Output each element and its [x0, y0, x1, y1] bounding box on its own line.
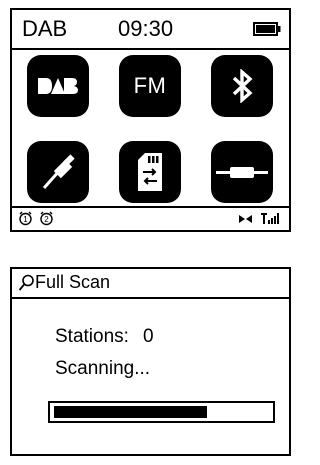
current-mode: DAB: [22, 16, 68, 41]
usb-cable-icon: [42, 154, 75, 189]
battery-icon: [253, 22, 281, 36]
alarm-1-icon: 1: [19, 211, 32, 226]
status-bar: DAB 09:30: [12, 10, 289, 50]
alarm-2-icon: 2: [40, 211, 53, 226]
stations-count: 0: [142, 326, 154, 347]
full-scan-screen: Full Scan Stations: 0 Scanning...: [10, 267, 291, 456]
scan-title: Full Scan: [35, 272, 111, 292]
clock: 09:30: [118, 16, 174, 41]
bluetooth-icon: [232, 69, 253, 103]
svg-text:1: 1: [23, 215, 28, 224]
dab-logo-icon: [38, 78, 78, 94]
source-fm-button[interactable]: FM: [119, 55, 181, 117]
aux-cable-icon: [216, 167, 268, 178]
stations-label: Stations:: [55, 326, 129, 347]
source-aux-button[interactable]: [211, 141, 273, 203]
stereo-and-signal-icons: [239, 213, 279, 224]
source-grid: FM: [12, 55, 289, 205]
svg-text:2: 2: [44, 215, 49, 224]
scan-header: Full Scan: [12, 269, 289, 299]
home-screen: DAB 09:30 FM 1 2: [10, 8, 291, 232]
fm-label: FM: [133, 73, 167, 98]
sd-card-icon: [138, 153, 162, 191]
stereo-icon: [239, 215, 252, 223]
source-usb-button[interactable]: [27, 141, 89, 203]
scan-progress-fill: [54, 406, 207, 418]
scan-progress-bar: [48, 401, 275, 423]
source-dab-button[interactable]: [27, 55, 89, 117]
footer-bar: 1 2: [12, 206, 289, 230]
scan-status-text: Scanning...: [55, 358, 151, 379]
search-icon: [18, 274, 34, 291]
signal-strength-icon: [261, 213, 279, 224]
stations-counter: Stations: 0: [55, 326, 154, 348]
source-sd-button[interactable]: [119, 141, 181, 203]
source-bluetooth-button[interactable]: [211, 55, 273, 117]
